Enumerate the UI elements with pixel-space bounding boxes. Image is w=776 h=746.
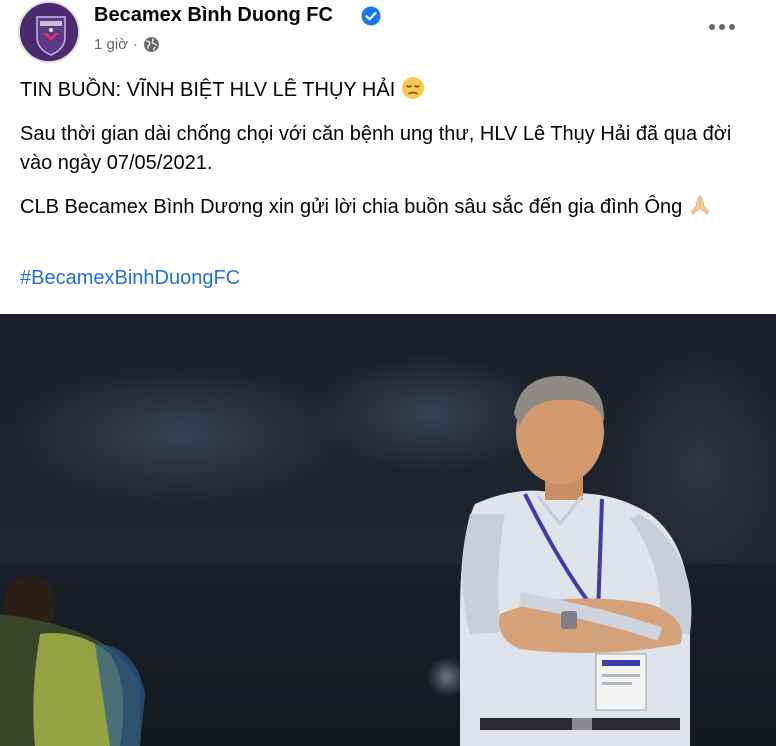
post-header: Becamex Bình Duong FC 1 giờ · <box>0 0 776 66</box>
post-hashtag[interactable]: #BecamexBinhDuongFC <box>20 267 240 290</box>
post-paragraph-2: CLB Becamex Bình Dương xin gửi lời chia … <box>20 196 683 218</box>
post-meta: 1 giờ · <box>94 36 160 53</box>
page-avatar[interactable] <box>18 1 80 63</box>
post-photo[interactable] <box>0 314 776 746</box>
post-paragraph-1: Sau thời gian dài chống chọi với căn bện… <box>20 123 732 174</box>
more-options-icon[interactable] <box>704 14 740 40</box>
verified-badge-icon <box>361 6 381 26</box>
post-timestamp[interactable]: 1 giờ <box>94 36 128 53</box>
globe-icon[interactable] <box>143 36 160 53</box>
post-title: TIN BUỒN: VĨNH BIỆT HLV LÊ THỤY HẢI <box>20 79 396 101</box>
meta-separator: · <box>133 36 139 53</box>
facebook-post: Becamex Bình Duong FC 1 giờ · TIN BUỒN: … <box>0 0 776 746</box>
folded-hands-emoji <box>691 195 710 215</box>
coach-photo-image <box>0 314 776 746</box>
page-name[interactable]: Becamex Bình Duong FC <box>94 4 333 27</box>
post-title-line: TIN BUỒN: VĨNH BIỆT HLV LÊ THỤY HẢI <box>20 76 425 105</box>
club-logo-icon <box>20 3 78 61</box>
post-paragraph-2-line: CLB Becamex Bình Dương xin gửi lời chia … <box>20 193 760 222</box>
sad-face-emoji <box>402 77 425 99</box>
